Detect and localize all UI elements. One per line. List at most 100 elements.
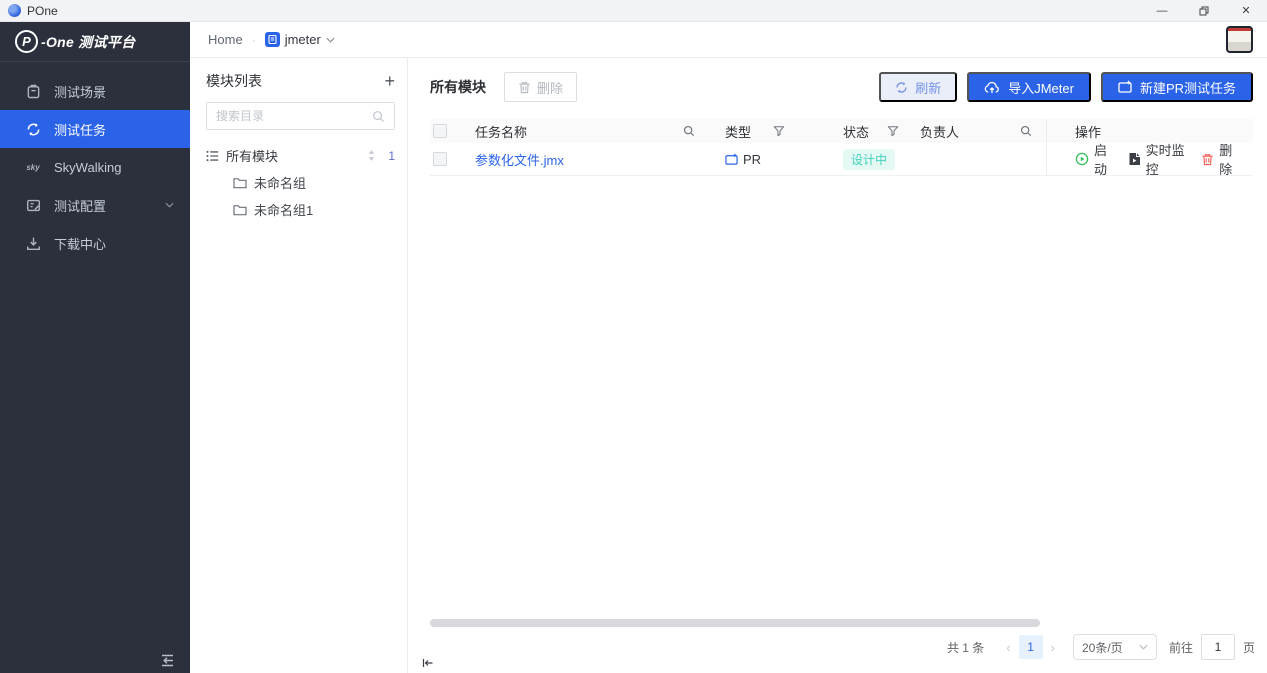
next-page-button[interactable]: › <box>1043 640 1063 655</box>
page-size-select[interactable]: 20条/页 <box>1073 634 1157 660</box>
monitor-file-icon <box>1128 152 1141 166</box>
cloud-upload-icon <box>984 81 1000 94</box>
folder-icon <box>233 204 247 216</box>
filter-icon[interactable] <box>773 125 785 137</box>
pagination-total: 共 1 条 <box>947 639 984 656</box>
column-header-status: 状态 <box>843 122 869 141</box>
folder-icon <box>233 177 247 189</box>
app-logo: P -One 测试平台 <box>0 22 190 62</box>
column-header-type: 类型 <box>725 122 751 141</box>
column-header-owner: 负责人 <box>920 122 959 141</box>
sidebar-item-download-center[interactable]: 下载中心 <box>0 224 190 262</box>
avatar[interactable] <box>1226 26 1253 53</box>
sidebar-item-label: 测试任务 <box>54 120 106 139</box>
restore-button[interactable] <box>1183 0 1225 21</box>
task-type: PR <box>743 152 761 167</box>
window-titlebar: POne — ✕ <box>0 0 1267 22</box>
tree-node-group[interactable]: 未命名组 <box>206 169 395 196</box>
play-circle-icon <box>1075 152 1089 166</box>
start-action[interactable]: 启动 <box>1075 140 1113 178</box>
new-pr-task-button[interactable]: 新建PR测试任务 <box>1101 72 1253 102</box>
module-search-box <box>206 102 395 130</box>
config-board-icon <box>25 198 41 213</box>
table-row: 参数化文件.jmx PR 设计中 <box>430 143 1253 176</box>
horizontal-scrollbar[interactable] <box>430 619 1040 627</box>
tree-node-group[interactable]: 未命名组1 <box>206 196 395 223</box>
app-icon <box>8 4 21 17</box>
select-all-checkbox[interactable] <box>433 124 447 138</box>
sort-icon[interactable] <box>367 149 376 162</box>
page-unit-label: 页 <box>1243 639 1255 656</box>
monitor-action[interactable]: 实时监控 <box>1128 140 1187 178</box>
prev-page-button[interactable]: ‹ <box>998 640 1018 655</box>
delete-selected-button[interactable]: 删除 <box>504 72 577 102</box>
restore-icon <box>1199 6 1209 16</box>
sidebar-menu: 测试场景 测试任务 sky SkyWalking 测试配置 <box>0 72 190 262</box>
breadcrumb-current-project[interactable]: jmeter <box>285 32 321 47</box>
row-checkbox[interactable] <box>433 152 447 166</box>
chevron-down-icon[interactable] <box>165 202 174 208</box>
window-title: POne <box>27 4 58 18</box>
module-search-input[interactable] <box>216 109 366 123</box>
chevron-down-icon[interactable] <box>326 37 335 43</box>
delete-action-label: 删除 <box>1219 140 1238 178</box>
tree-node-label: 所有模块 <box>226 146 278 165</box>
sidebar-item-test-task[interactable]: 测试任务 <box>0 110 190 148</box>
clipboard-icon <box>25 84 41 99</box>
monitor-action-label: 实时监控 <box>1146 140 1187 178</box>
start-action-label: 启动 <box>1094 140 1113 178</box>
column-header-operations: 操作 <box>1075 122 1101 141</box>
sync-icon <box>25 122 41 137</box>
breadcrumb-separator: · <box>252 33 256 47</box>
delete-selected-label: 删除 <box>537 78 563 97</box>
module-list-title: 模块列表 <box>206 71 262 91</box>
page-number-1[interactable]: 1 <box>1019 635 1043 659</box>
list-icon <box>206 150 219 162</box>
task-name-link[interactable]: 参数化文件.jmx <box>475 150 564 169</box>
page-title: 所有模块 <box>430 77 486 97</box>
sidebar-item-skywalking[interactable]: sky SkyWalking <box>0 148 190 186</box>
logo-icon: P <box>15 30 38 53</box>
sidebar-item-label: 测试配置 <box>54 196 106 215</box>
status-badge: 设计中 <box>843 149 895 170</box>
sidebar-item-test-config[interactable]: 测试配置 <box>0 186 190 224</box>
topbar: Home · jmeter <box>190 22 1267 58</box>
skywalking-icon: sky <box>25 163 41 172</box>
tree-node-label: 未命名组 <box>254 173 306 192</box>
search-icon[interactable] <box>372 110 385 123</box>
import-jmeter-label: 导入JMeter <box>1008 78 1074 97</box>
download-icon <box>25 236 41 251</box>
module-tree: 所有模块 1 未命名组 <box>206 142 395 223</box>
tree-node-count: 1 <box>383 149 395 163</box>
main-content: 所有模块 删除 刷新 <box>408 58 1267 673</box>
chevron-down-icon <box>1139 644 1148 650</box>
minimize-button[interactable]: — <box>1141 0 1183 21</box>
filter-icon[interactable] <box>887 125 899 137</box>
close-button[interactable]: ✕ <box>1225 0 1267 21</box>
content-toolbar: 所有模块 删除 刷新 <box>408 58 1267 102</box>
project-icon <box>265 32 280 47</box>
import-jmeter-button[interactable]: 导入JMeter <box>967 72 1091 102</box>
monitor-plus-icon <box>1118 80 1132 94</box>
search-icon[interactable] <box>683 125 695 137</box>
new-pr-task-label: 新建PR测试任务 <box>1140 78 1236 97</box>
refresh-button[interactable]: 刷新 <box>879 72 957 102</box>
goto-page-input[interactable] <box>1201 634 1235 660</box>
sidebar: P -One 测试平台 测试场景 测试任务 sky SkyWalking <box>0 22 190 673</box>
pagination: 共 1 条 ‹ 1 › 20条/页 前往 页 <box>947 634 1255 660</box>
goto-label: 前往 <box>1169 639 1193 656</box>
task-table: 任务名称 类型 状态 <box>430 119 1253 176</box>
sidebar-item-test-scenario[interactable]: 测试场景 <box>0 72 190 110</box>
search-icon[interactable] <box>1020 125 1032 137</box>
sidebar-collapse-icon[interactable] <box>159 654 176 667</box>
add-module-button[interactable]: + <box>384 72 395 90</box>
breadcrumb-home[interactable]: Home <box>208 32 243 47</box>
module-list-panel: 模块列表 + 所有模块 <box>190 58 408 673</box>
tree-node-all-modules[interactable]: 所有模块 1 <box>206 142 395 169</box>
page-size-value: 20条/页 <box>1082 639 1123 656</box>
panel-collapse-icon[interactable] <box>422 658 434 668</box>
column-header-name: 任务名称 <box>475 122 527 141</box>
trash-icon <box>518 81 531 94</box>
sidebar-item-label: SkyWalking <box>54 160 121 175</box>
delete-action[interactable]: 删除 <box>1201 140 1238 178</box>
